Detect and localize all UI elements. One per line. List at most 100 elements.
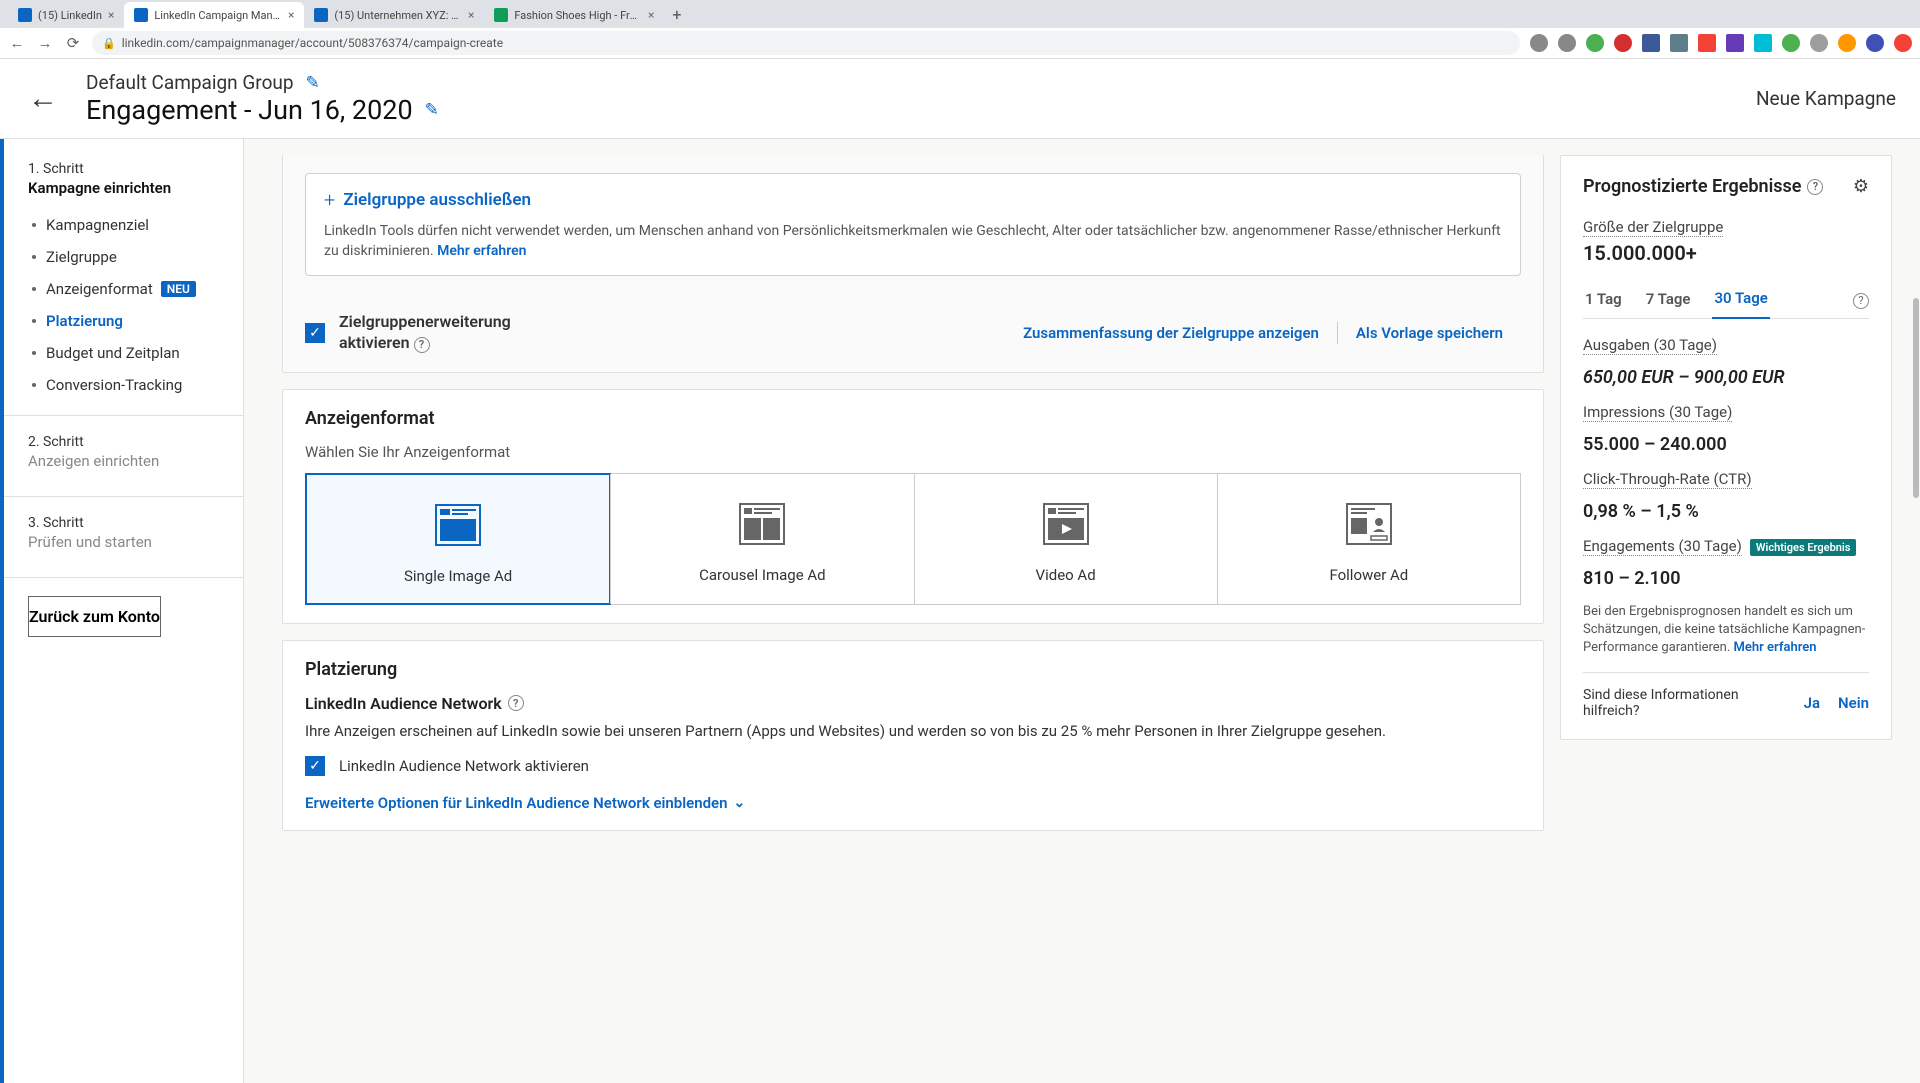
step-title: Anzeigen einrichten [4,450,243,482]
address-bar[interactable]: 🔒 linkedin.com/campaignmanager/account/5… [92,31,1520,55]
browser-tab[interactable]: LinkedIn Campaign Manager× [124,2,304,28]
engagements-value: 810 – 2.100 [1583,568,1681,589]
close-icon[interactable]: × [648,8,654,22]
feedback-row: Sind diese Informationen hilfreich? Ja N… [1583,672,1869,719]
sidebar-item-conversion[interactable]: Conversion-Tracking [32,369,243,401]
learn-more-link[interactable]: Mehr erfahren [437,243,526,259]
avatar-icon[interactable] [1866,34,1884,52]
exclude-audience-box: + Zielgruppe ausschließen LinkedIn Tools… [305,173,1521,276]
step-title: Prüfen und starten [4,531,243,563]
extension-icon[interactable] [1586,34,1604,52]
help-icon[interactable]: ? [1807,179,1823,195]
exclude-audience-link[interactable]: + Zielgruppe ausschließen [324,188,1502,212]
reload-button[interactable]: ⟳ [64,34,82,52]
forward-button[interactable]: → [36,34,54,52]
step-label: 2. Schritt [4,434,243,450]
back-arrow[interactable]: ← [14,75,72,122]
browser-tab[interactable]: (15) Unternehmen XYZ: Admin× [304,2,484,28]
expansion-checkbox[interactable]: ✓ [305,323,325,343]
back-button[interactable]: ← [8,34,26,52]
extension-icon[interactable] [1810,34,1828,52]
browser-tab[interactable]: (15) LinkedIn× [8,2,124,28]
scrollbar[interactable] [1912,58,1920,1080]
tab-1-day[interactable]: 1 Tag [1583,284,1624,318]
forecast-column: Prognostizierte Ergebnisse ? ⚙ Größe der… [1560,139,1920,1083]
help-icon[interactable]: ? [508,695,524,711]
tab-7-days[interactable]: 7 Tage [1644,284,1693,318]
chevron-down-icon: ⌄ [734,795,746,811]
single-image-ad-icon [432,499,484,551]
edit-campaign-icon[interactable]: ✎ [425,100,439,120]
help-icon[interactable]: ? [414,337,430,353]
close-icon[interactable]: × [468,8,474,22]
learn-more-link[interactable]: Mehr erfahren [1734,640,1817,655]
lock-icon: 🔒 [102,37,116,50]
format-label: Video Ad [925,566,1207,584]
spend-label: Ausgaben (30 Tage) [1583,336,1717,355]
campaign-group-name: Default Campaign Group [86,71,294,94]
sidebar-item-label: Anzeigenformat [46,280,153,298]
campaign-name: Engagement - Jun 16, 2020 [86,94,413,126]
extension-icon[interactable] [1698,34,1716,52]
lan-expand-link[interactable]: Erweiterte Optionen für LinkedIn Audienc… [305,794,1521,812]
feedback-yes-button[interactable]: Ja [1804,694,1820,712]
impressions-label: Impressions (30 Tage) [1583,403,1732,422]
extension-icon[interactable] [1614,34,1632,52]
extension-icon[interactable] [1894,34,1912,52]
extensions-toolbar [1530,34,1912,52]
format-label: Follower Ad [1228,566,1510,584]
sidebar-item-objective[interactable]: Kampagnenziel [32,209,243,241]
address-row: ← → ⟳ 🔒 linkedin.com/campaignmanager/acc… [0,28,1920,58]
extension-icon[interactable] [1642,34,1660,52]
tab-strip: (15) LinkedIn× LinkedIn Campaign Manager… [0,0,1920,28]
ctr-value: 0,98 % – 1,5 % [1583,501,1699,522]
browser-chrome: (15) LinkedIn× LinkedIn Campaign Manager… [0,0,1920,59]
format-option-follower[interactable]: Follower Ad [1217,474,1520,604]
format-label: Carousel Image Ad [621,566,903,584]
format-option-video[interactable]: Video Ad [914,474,1217,604]
format-option-carousel[interactable]: Carousel Image Ad [610,474,913,604]
new-tab-button[interactable]: + [664,5,689,24]
carousel-ad-icon [736,498,788,550]
sheets-icon [494,8,508,22]
placement-card: Platzierung LinkedIn Audience Network ? … [282,640,1544,831]
extension-icon[interactable] [1726,34,1744,52]
sidebar-item-format[interactable]: AnzeigenformatNEU [32,273,243,305]
extension-icon[interactable] [1670,34,1688,52]
disclaimer-text: LinkedIn Tools dürfen nicht verwendet we… [324,222,1502,261]
extension-icon[interactable] [1782,34,1800,52]
extension-icon[interactable] [1838,34,1856,52]
extension-icon[interactable] [1558,34,1576,52]
format-card: Anzeigenformat Wählen Sie Ihr Anzeigenfo… [282,389,1544,624]
tab-30-days[interactable]: 30 Tage [1712,283,1769,319]
save-template-link[interactable]: Als Vorlage speichern [1338,324,1521,342]
lan-checkbox-label: LinkedIn Audience Network aktivieren [339,757,589,775]
page-header: ← Default Campaign Group ✎ Engagement - … [0,59,1920,139]
browser-tab[interactable]: Fashion Shoes High - Free ph× [484,2,664,28]
sidebar-item-audience[interactable]: Zielgruppe [32,241,243,273]
sidebar-item-budget[interactable]: Budget und Zeitplan [32,337,243,369]
close-icon[interactable]: × [288,8,294,22]
back-to-account-button[interactable]: Zurück zum Konto [28,596,161,637]
lan-checkbox[interactable]: ✓ [305,756,325,776]
format-option-single-image[interactable]: Single Image Ad [305,473,611,605]
forecast-title: Prognostizierte Ergebnisse ? [1583,176,1823,197]
format-title: Anzeigenformat [305,408,1521,429]
forecast-card: Prognostizierte Ergebnisse ? ⚙ Größe der… [1560,155,1892,740]
help-icon[interactable]: ? [1853,293,1869,309]
audience-summary-link[interactable]: Zusammenfassung der Zielgruppe anzeigen [1005,324,1337,342]
feedback-no-button[interactable]: Nein [1838,694,1869,712]
impressions-value: 55.000 – 240.000 [1583,434,1727,455]
format-subtitle: Wählen Sie Ihr Anzeigenformat [305,443,1521,461]
extension-icon[interactable] [1754,34,1772,52]
gear-icon[interactable]: ⚙ [1853,176,1869,197]
scrollbar-thumb[interactable] [1913,298,1919,498]
edit-group-icon[interactable]: ✎ [306,73,320,93]
extension-icon[interactable] [1530,34,1548,52]
close-icon[interactable]: × [108,8,114,22]
forecast-disclaimer: Bei den Ergebnisprognosen handelt es sic… [1583,603,1869,658]
spend-value: 650,00 EUR – 900,00 EUR [1583,367,1785,388]
sidebar-item-label: Kampagnenziel [46,216,149,234]
ctr-label: Click-Through-Rate (CTR) [1583,470,1752,489]
sidebar-item-placement[interactable]: Platzierung [32,305,243,337]
